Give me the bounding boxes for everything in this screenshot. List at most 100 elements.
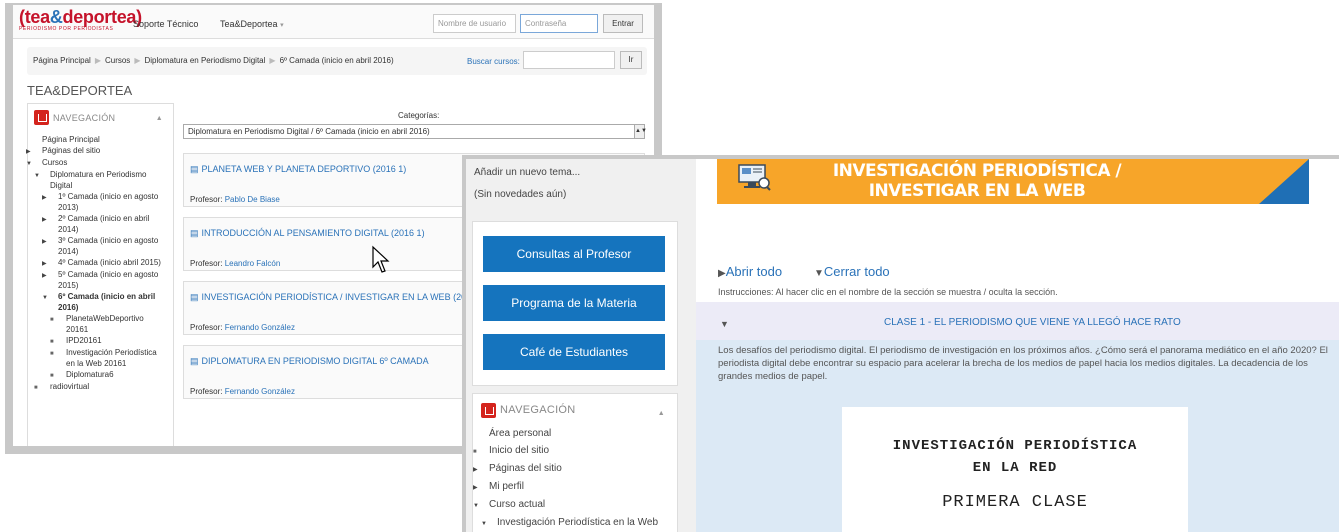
add-topic-link[interactable]: Añadir un nuevo tema... [474,167,580,178]
document-title-line1: INVESTIGACIÓN PERIODÍSTICA [892,438,1138,454]
consultas-profesor-button[interactable]: Consultas al Profesor [483,236,665,272]
nav-tree-item[interactable]: Área personal [489,426,669,442]
expand-arrow-icon: ▶ [26,149,31,155]
section-title[interactable]: CLASE 1 - EL PERIODISMO QUE VIENE YA LLE… [884,317,1181,328]
nav-tree-label: Diplomatura en Periodismo Digital [50,170,147,190]
banner-title: INVESTIGACIÓN PERIODÍSTICA / INVESTIGAR … [832,161,1122,201]
search-go-button[interactable]: Ir [620,51,642,69]
nav-tree-label: 3º Camada (inicio en agosto 2014) [58,236,159,256]
professor-link[interactable]: Leandro Falcón [225,259,281,268]
nav-tree-item[interactable]: ■ IPD20161 [42,336,167,347]
nav-tree-item[interactable]: ▶ 1º Camada (inicio en agosto 2013) [42,192,167,213]
section-description: Los desafíos del periodismo digital. El … [718,345,1328,382]
left-column: Añadir un nuevo tema... (Sin novedades a… [466,159,691,532]
nav-teadeportea-menu[interactable]: Tea&Deportea ▾ [220,19,284,29]
nav-tree-item[interactable]: ▶ 4º Camada (inicio abril 2015) [42,258,167,269]
main-content: INVESTIGACIÓN PERIODÍSTICA / INVESTIGAR … [696,159,1339,532]
expand-arrow-icon: ▶ [42,273,47,279]
collapse-arrow-icon: ▼ [481,521,487,528]
nav-tree-label: Investigación Periodística en la Web 201… [66,348,157,368]
breadcrumb-item[interactable]: Diplomatura en Periodismo Digital [144,56,265,65]
nav-tree-label: Inicio del sitio [489,445,550,457]
categories-label: Categorías: [398,111,440,120]
close-all-link[interactable]: ▼Cerrar todo [814,264,890,279]
password-input[interactable]: Contraseña [520,14,598,33]
nav-tree-label: radiovirtual [50,382,90,391]
bullet-icon: ■ [34,385,38,391]
course-page-window: Añadir un nuevo tema... (Sin novedades a… [462,155,1339,532]
collapse-arrow-icon: ▼ [26,161,32,167]
mouse-cursor-icon [372,245,390,273]
collapse-icon[interactable]: ▲ [156,114,163,124]
bullet-icon: ■ [50,339,54,345]
expand-arrow-icon: ▶ [42,217,47,223]
collapse-icon[interactable]: ▲ [658,406,665,422]
collapse-arrow-icon: ▼ [473,503,479,510]
nav-tree-item[interactable]: ▶ 3º Camada (inicio en agosto 2014) [42,236,167,257]
login-button[interactable]: Entrar [603,14,643,33]
open-all-link[interactable]: ▶Abrir todo [718,264,782,279]
professor-link[interactable]: Pablo De Biase [225,195,280,204]
nav-soporte-link[interactable]: Soporte Técnico [133,19,198,29]
nav-tree-label: 6º Camada (inicio en abril 2016) [58,292,156,312]
professor-link[interactable]: Fernando González [225,387,295,396]
programa-materia-button[interactable]: Programa de la Materia [483,285,665,321]
banner-accent [1259,159,1309,204]
nav-tree-item[interactable]: ▶ Páginas del sitio [473,461,669,478]
cafe-estudiantes-button[interactable]: Café de Estudiantes [483,334,665,370]
professor-link[interactable]: Fernando González [225,323,295,332]
nav-tree-item[interactable]: ▼ Cursos [26,158,167,169]
nav-tree-item[interactable]: ▶ Mi perfil [473,479,669,496]
expand-arrow-icon: ▶ [42,261,47,267]
navigation-tree: Página Principal ▶ Páginas del sitio ▼ Curso… [26,135,167,393]
nav-tree-item[interactable]: ▶ 5º Camada (inicio en agosto 2015) [42,270,167,291]
breadcrumb-item[interactable]: Página Principal [33,56,91,65]
nav-tree-label: Investigación Periodística en la Web 201… [497,517,659,529]
sitemap-icon [481,402,496,418]
collapse-section-icon[interactable]: ▼ [720,319,729,329]
navigation-block: NAVEGACIÓN ▲ Área personal ■ Inicio del sit… [472,393,678,532]
monitor-magnifier-icon [738,164,771,191]
nav-tree-item[interactable]: ■ radiovirtual [34,382,167,393]
username-input[interactable]: Nombre de usuario [433,14,516,33]
navigation-tree: Área personal ■ Inicio del sitio ▶ Páginas d… [473,426,669,532]
bullet-icon: ■ [473,449,477,456]
nav-tree-item[interactable]: ▼ 6º Camada (inicio en abril 2016) [42,292,167,313]
search-courses-label: Buscar cursos: [467,57,520,66]
nav-tree-label: Diplomatura6 [66,370,114,379]
nav-tree-label: IPD20161 [66,336,102,345]
instructions-text: Instrucciones: Al hacer clic en el nombr… [718,287,1058,297]
nav-tree-item[interactable]: ■ Inicio del sitio [473,443,669,460]
nav-tree-item[interactable]: ▼ Curso actual [473,497,669,514]
navigation-header[interactable]: NAVEGACIÓN ▲ [34,110,167,125]
nav-tree-item[interactable]: ■ PlanetaWebDeportivo 20161 [42,314,167,335]
bullet-icon: ■ [50,373,54,379]
nav-tree-label: 2º Camada (inicio en abril 2014) [58,214,150,234]
breadcrumb-item[interactable]: Cursos [105,56,130,65]
bullet-icon: ■ [50,351,54,357]
triangle-down-icon: ▼ [814,268,824,279]
quick-links-block: Consultas al Profesor Programa de la Mat… [472,221,678,386]
nav-tree-item[interactable]: ▶ Páginas del sitio [26,146,167,157]
collapse-arrow-icon: ▼ [42,295,48,301]
nav-tree-label: PlanetaWebDeportivo 20161 [66,314,144,334]
nav-tree-item[interactable]: ■ Diplomatura6 [42,370,167,381]
nav-tree-label: Páginas del sitio [42,146,101,155]
nav-tree-item[interactable]: ■ Investigación Periodística en la Web 20… [42,348,167,369]
nav-tree-label: Páginas del sitio [489,463,562,475]
document-preview[interactable]: INVESTIGACIÓN PERIODÍSTICA EN LA RED PRI… [842,407,1188,532]
nav-tree-label: 5º Camada (inicio en agosto 2015) [58,270,159,290]
nav-tree-label: Área personal [489,428,552,440]
search-courses-input[interactable] [523,51,615,69]
nav-tree-item[interactable]: ▶ 2º Camada (inicio en abril 2014) [42,214,167,235]
category-select[interactable]: Diplomatura en Periodismo Digital / 6º C… [183,124,647,139]
nav-tree-item[interactable]: ▼ Investigación Periodística en la Web 20… [481,515,669,532]
section-header[interactable]: ▼ CLASE 1 - EL PERIODISMO QUE VIENE YA L… [696,302,1339,340]
nav-tree-item[interactable]: ▼ Diplomatura en Periodismo Digital [34,170,167,191]
navigation-header[interactable]: NAVEGACIÓN ▲ [481,402,669,418]
nav-tree-item[interactable]: Página Principal [42,135,167,145]
nav-tree-label: 4º Camada (inicio abril 2015) [58,258,161,267]
site-logo[interactable]: (tea&deportea) PERIODISMO POR PERIODISTA… [19,7,142,32]
breadcrumb-item[interactable]: 6º Camada (inicio en abril 2016) [280,56,394,65]
navigation-block: NAVEGACIÓN ▲ Página Principal ▶ Páginas del… [26,103,174,446]
